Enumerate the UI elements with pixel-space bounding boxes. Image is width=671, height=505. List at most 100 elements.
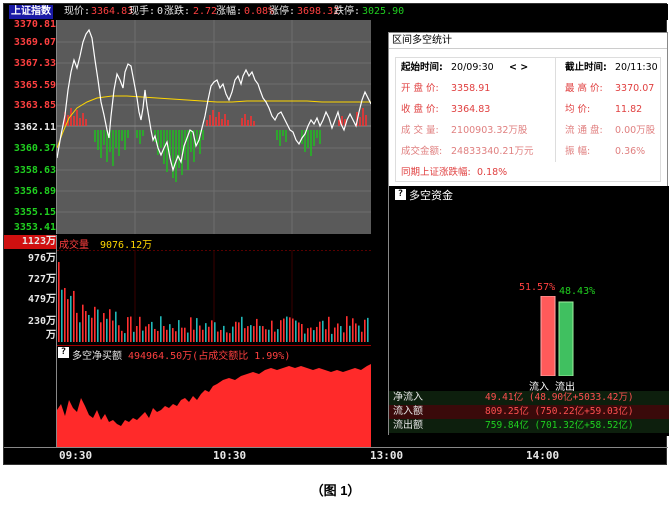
- volume-bar: [178, 320, 180, 342]
- volume-bar: [274, 331, 276, 342]
- volume-bar: [58, 262, 60, 342]
- net-buy-chart[interactable]: [57, 360, 371, 448]
- volume-bar: [328, 316, 330, 342]
- period-change-label: 同期上证涨跌幅:: [401, 167, 471, 178]
- start-time-label: 起始时间:: [401, 62, 443, 73]
- volume-bar: [217, 331, 219, 342]
- price-tick: 3362.11: [13, 122, 56, 133]
- volume-bar: [229, 333, 231, 342]
- volume-bar: [268, 329, 270, 342]
- avg-value: 11.82: [615, 104, 643, 115]
- volume-bar: [85, 311, 87, 342]
- volume-bar: [199, 325, 201, 342]
- volume-tick: 976万: [27, 253, 56, 264]
- price-chart[interactable]: [57, 20, 371, 234]
- index-name[interactable]: 上证指数: [9, 5, 53, 19]
- volume-bar: [235, 321, 237, 342]
- time-tick: 10:30: [213, 449, 247, 462]
- inflow-value: 809.25亿 (750.22亿+59.03亿): [485, 406, 634, 417]
- volume-bar: [346, 316, 348, 342]
- volume-bar: [61, 289, 63, 342]
- volume-bar: [136, 326, 138, 342]
- help-icon[interactable]: ?: [58, 347, 69, 358]
- volume-bar: [148, 324, 150, 342]
- limit-up-value: 3698.32: [297, 6, 340, 17]
- float-label: 流 通 盘:: [565, 125, 603, 136]
- volume-bar: [241, 316, 243, 342]
- close-label: 收 盘 价:: [401, 104, 439, 115]
- period-change-value: 0.18%: [477, 167, 508, 178]
- volume-bar: [322, 320, 324, 342]
- volume-tick: 230万: [27, 316, 56, 327]
- limit-down-value: 3025.90: [362, 6, 405, 17]
- high-label: 最 高 价:: [565, 83, 603, 94]
- volume-bar: [310, 327, 312, 342]
- volume-bar: [295, 320, 297, 342]
- volume-bar: [109, 309, 111, 342]
- time-nav-arrows[interactable]: < >: [509, 58, 528, 78]
- volume-bar: [355, 323, 357, 342]
- high-value: 3370.07: [615, 83, 655, 94]
- volume-bar: [106, 318, 108, 342]
- volume-bar: [187, 332, 189, 342]
- dialog-title[interactable]: 区间多空统计: [389, 33, 667, 49]
- volume-bar: [94, 306, 96, 342]
- volume-bar: [301, 324, 303, 342]
- volume-bar: [292, 318, 294, 342]
- volume-bar: [316, 326, 318, 342]
- amount-value: 24833340.21万元: [451, 146, 534, 157]
- volume-bar: [262, 326, 264, 342]
- volume-bar: [238, 322, 240, 342]
- volume-bar: [265, 329, 267, 342]
- volume-bar: [139, 316, 141, 342]
- volume-bar: [244, 328, 246, 342]
- volume-bar: [193, 329, 195, 342]
- volume-bar: [172, 328, 174, 342]
- help-icon[interactable]: ?: [395, 189, 406, 200]
- vol-value: 2100903.32万股: [451, 125, 528, 136]
- close-value: 3364.83: [451, 104, 491, 115]
- volume-bar: [97, 309, 99, 342]
- volume-bar: [337, 323, 339, 342]
- net-inflow-value: 49.41亿 (48.90亿+5033.42万): [485, 392, 634, 403]
- amp-value: 0.36%: [615, 146, 646, 157]
- price-tick: 3363.85: [13, 100, 56, 111]
- volume-bar: [247, 326, 249, 342]
- volume-chart[interactable]: [57, 250, 371, 342]
- inflow-label: 流入额: [393, 406, 423, 417]
- volume-bar: [226, 332, 228, 342]
- volume-tick: 万: [46, 330, 56, 341]
- volume-bar: [286, 316, 288, 342]
- volume-bar: [319, 321, 321, 342]
- amount-label: 成交金额:: [401, 146, 443, 157]
- volume-bar: [367, 317, 369, 342]
- volume-bar: [340, 326, 342, 342]
- volume-bar: [115, 311, 117, 342]
- volume-bar: [253, 326, 255, 342]
- float-value: 0.00万股: [615, 125, 656, 136]
- volume-bar: [163, 325, 165, 342]
- limit-down-label: 跌停:: [334, 6, 361, 17]
- price-tick: 3356.89: [13, 186, 56, 197]
- pct-label: 涨幅:: [216, 6, 243, 17]
- start-time-value[interactable]: 20/09:30: [451, 58, 494, 78]
- stock-chart-window: 上证指数 现价: 3364.83 现手: 0 涨跌: 2.72 涨幅: 0.08…: [3, 3, 669, 465]
- price-tick: 3360.37: [13, 143, 56, 154]
- volume-value: 9076.12万: [100, 240, 153, 251]
- price-axis-line: [56, 20, 57, 234]
- open-value: 3358.91: [451, 83, 491, 94]
- range-stats-dialog[interactable]: 区间多空统计 起始时间: 20/09:30 < > 截止时间: 20/11:30…: [388, 32, 669, 436]
- end-time-label: 截止时间:: [565, 62, 607, 73]
- time-tick: 13:00: [370, 449, 404, 462]
- volume-bar: [82, 304, 84, 342]
- volume-bar: [313, 330, 315, 342]
- limit-up-label: 涨停:: [269, 6, 296, 17]
- price-label: 现价:: [64, 6, 91, 17]
- end-time-value[interactable]: 20/11:30: [615, 58, 658, 78]
- inflow-row: 流入额 809.25亿 (750.22亿+59.03亿): [389, 405, 669, 419]
- volume-bar: [100, 322, 102, 342]
- volume-bar: [325, 329, 327, 342]
- price-tick: 3369.07: [13, 37, 56, 48]
- flow-divider: [57, 345, 371, 346]
- volume-bar: [157, 330, 159, 342]
